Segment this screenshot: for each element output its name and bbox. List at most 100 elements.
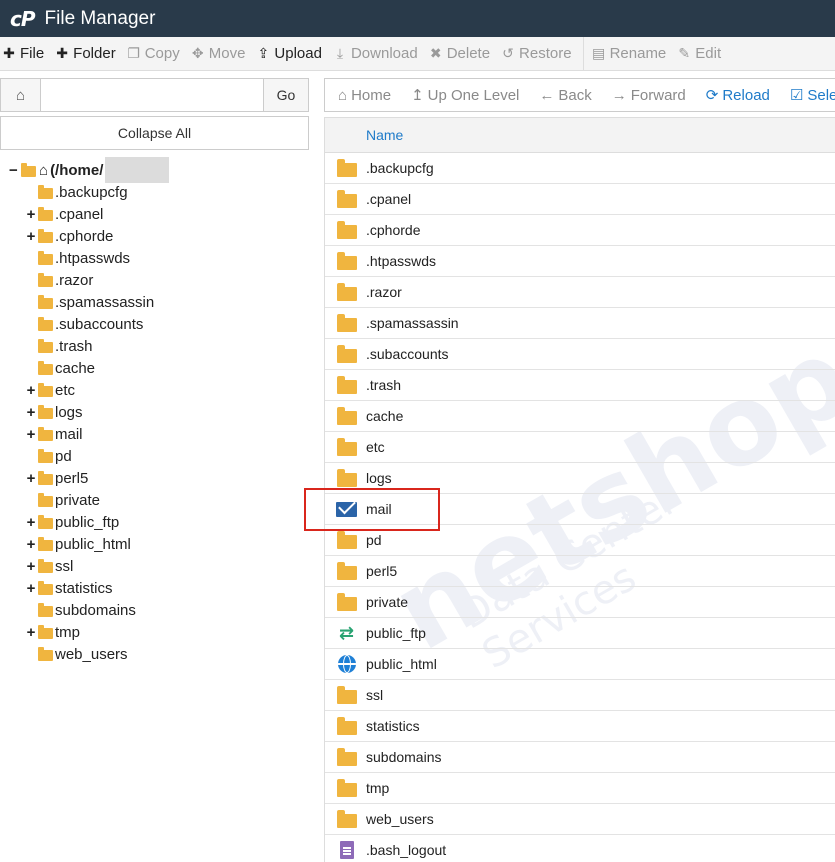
tree-item-label: .razor — [55, 271, 94, 289]
expand-icon[interactable]: + — [24, 536, 38, 553]
expand-icon[interactable]: + — [24, 624, 38, 641]
expand-icon[interactable]: + — [24, 470, 38, 487]
nav-forward-button[interactable]: → Forward — [612, 87, 686, 104]
toolbar-upload-button[interactable]: ⇪ Upload — [254, 37, 331, 70]
table-row[interactable]: tmp — [325, 773, 835, 804]
tree-item[interactable]: subdomains — [24, 599, 136, 621]
tree-item-label: statistics — [55, 579, 113, 597]
table-row[interactable]: .trash — [325, 370, 835, 401]
tree-item[interactable]: cache — [24, 357, 95, 379]
tree-item[interactable]: + public_ftp — [24, 511, 120, 533]
table-row[interactable]: web_users — [325, 804, 835, 835]
tree-item[interactable]: pd — [24, 445, 72, 467]
folder-icon — [336, 747, 357, 766]
row-icon-cell — [325, 685, 366, 704]
tree-item[interactable]: + statistics — [24, 577, 113, 599]
go-button[interactable]: Go — [263, 79, 308, 111]
file-name: tmp — [366, 780, 390, 796]
folder-icon — [38, 360, 53, 375]
expand-icon[interactable]: + — [24, 228, 38, 245]
table-row[interactable]: etc — [325, 432, 835, 463]
toolbar-rename-button[interactable]: ▤ Rename — [590, 37, 676, 70]
table-row[interactable]: logs — [325, 463, 835, 494]
tree-item[interactable]: + etc — [24, 379, 75, 401]
table-row[interactable]: mail — [325, 494, 835, 525]
tree-item[interactable]: web_users — [24, 643, 128, 665]
tree-item[interactable]: + ssl — [24, 555, 74, 577]
table-row[interactable]: .backupcfg — [325, 153, 835, 184]
left-panel: ⌂ Go Collapse All − ⌂ (/home/ .backupcfg… — [0, 71, 313, 862]
toolbar-restore-button[interactable]: ↺ Restore — [499, 37, 581, 70]
table-row[interactable]: private — [325, 587, 835, 618]
folder-icon — [38, 580, 53, 595]
toolbar-copy-button[interactable]: ❐ Copy — [125, 37, 189, 70]
path-input[interactable] — [41, 79, 263, 111]
table-row[interactable]: public_html — [325, 649, 835, 680]
folder-icon — [38, 228, 53, 243]
table-row[interactable]: .cphorde — [325, 215, 835, 246]
table-row[interactable]: .subaccounts — [325, 339, 835, 370]
level-up-icon: ↥ — [411, 87, 424, 104]
nav-reload-button[interactable]: ⟳ Reload — [706, 86, 770, 105]
tree-item[interactable]: .razor — [24, 269, 93, 291]
home-icon[interactable]: ⌂ — [1, 79, 41, 111]
tree-item[interactable]: + .cphorde — [24, 225, 114, 247]
toolbar-file-button[interactable]: ✚ File — [0, 37, 53, 70]
cpanel-logo[interactable]: cP — [10, 7, 35, 31]
table-row[interactable]: statistics — [325, 711, 835, 742]
table-row[interactable]: ⇄ public_ftp — [325, 618, 835, 649]
file-table: Name .backupcfg .cpanel .cphorde .htpasswds… — [324, 117, 835, 862]
expand-icon[interactable]: + — [24, 382, 38, 399]
expand-icon[interactable]: + — [24, 404, 38, 421]
expand-icon[interactable]: + — [24, 514, 38, 531]
expand-icon[interactable]: + — [24, 558, 38, 575]
tree-item[interactable]: + tmp — [24, 621, 80, 643]
nav-home-button[interactable]: ⌂ Home — [338, 87, 391, 104]
tree-item[interactable]: .htpasswds — [24, 247, 130, 269]
row-icon-cell — [325, 189, 366, 208]
column-header-name[interactable]: Name — [366, 127, 403, 143]
nav-select-all-button[interactable]: ☑Select All — [790, 86, 835, 105]
expand-icon[interactable]: + — [24, 426, 38, 443]
table-row[interactable]: pd — [325, 525, 835, 556]
nav-back-button[interactable]: ← Back — [539, 87, 591, 104]
expand-icon[interactable]: + — [24, 580, 38, 597]
tree-item[interactable]: + .cpanel — [24, 203, 104, 225]
row-icon-cell — [325, 778, 366, 797]
toolbar-edit-button[interactable]: ✎ Edit — [675, 37, 730, 70]
tree-item[interactable]: .spamassassin — [24, 291, 154, 313]
collapse-icon[interactable]: − — [9, 162, 19, 179]
table-row[interactable]: perl5 — [325, 556, 835, 587]
tree-root[interactable]: − ⌂ (/home/ — [9, 157, 170, 183]
folder-icon — [38, 602, 53, 617]
tree-item[interactable]: + public_html — [24, 533, 131, 555]
table-row[interactable]: .cpanel — [325, 184, 835, 215]
file-name: .htpasswds — [366, 253, 437, 269]
file-name: .backupcfg — [366, 160, 434, 176]
nav-up-one-level-button[interactable]: ↥ Up One Level — [411, 86, 519, 105]
tree-item[interactable]: .trash — [24, 335, 93, 357]
table-row[interactable]: ssl — [325, 680, 835, 711]
folder-icon — [38, 514, 53, 529]
table-row[interactable]: .spamassassin — [325, 308, 835, 339]
tree-item[interactable]: private — [24, 489, 100, 511]
tree-item[interactable]: .backupcfg — [24, 181, 128, 203]
table-row[interactable]: subdomains — [325, 742, 835, 773]
expand-icon[interactable]: + — [24, 206, 38, 223]
folder-icon — [38, 448, 53, 463]
table-row[interactable]: .htpasswds — [325, 246, 835, 277]
tree-item-label: mail — [55, 425, 83, 443]
toolbar-folder-button[interactable]: ✚ Folder — [53, 37, 125, 70]
toolbar-download-button[interactable]: ⤓ Download — [331, 37, 427, 70]
tree-item[interactable]: + perl5 — [24, 467, 89, 489]
table-row[interactable]: .bash_logout — [325, 835, 835, 862]
toolbar-move-button[interactable]: ✥ Move — [189, 37, 255, 70]
tree-item[interactable]: + mail — [24, 423, 83, 445]
title-bar: cP File Manager — [0, 0, 835, 37]
tree-item[interactable]: .subaccounts — [24, 313, 143, 335]
table-row[interactable]: .razor — [325, 277, 835, 308]
toolbar-delete-button[interactable]: ✖ Delete — [427, 37, 499, 70]
tree-item[interactable]: + logs — [24, 401, 83, 423]
collapse-all-button[interactable]: Collapse All — [0, 116, 309, 150]
table-row[interactable]: cache — [325, 401, 835, 432]
